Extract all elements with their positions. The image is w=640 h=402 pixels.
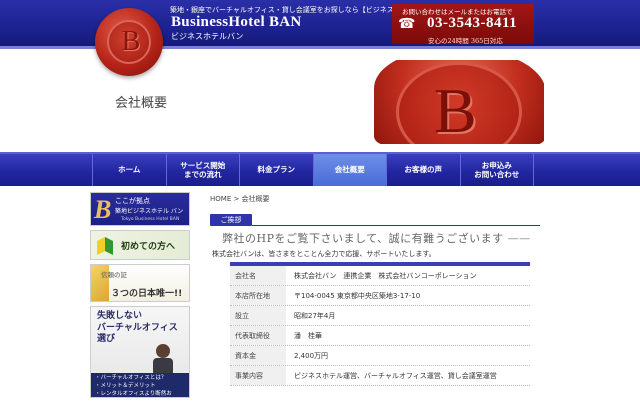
- page-hero: [0, 49, 640, 152]
- main-nav: ホーム サービス開始 までの流れ 料金プラン 会社概要 お客様の声 お申込み お…: [0, 152, 640, 186]
- brand-name[interactable]: BusinessHotel BAN: [171, 14, 302, 31]
- wax-seal-image: B: [374, 60, 544, 144]
- logo-seal[interactable]: B: [95, 8, 163, 76]
- brand-kana: ビジネスホテルバン: [171, 32, 244, 41]
- sidebar-banner-virtual-office[interactable]: 失敗しない バーチャルオフィス 選び ・バーチャルオフィスとは？ ・メリット＆デ…: [90, 306, 190, 398]
- greeting-headline-text: 弊社のHPをご覧下さいまして、誠に有難うございます: [222, 232, 504, 245]
- nav-service-flow[interactable]: サービス開始 までの流れ: [167, 154, 240, 186]
- row-value: 〒104-0045 東京都中央区築地3-17-10: [294, 292, 421, 300]
- row-value: 2,400万円: [294, 352, 329, 360]
- nav-company[interactable]: 会社概要: [313, 154, 387, 186]
- banner-trust-line1: 信頼の証: [101, 271, 127, 279]
- row-value: 昭和27年4月: [294, 312, 336, 320]
- nav-pricing[interactable]: 料金プラン: [240, 154, 314, 186]
- greeting-headline-dash: ——: [507, 232, 531, 245]
- greeting-headline: 弊社のHPをご覧下さいまして、誠に有難うございます ——: [222, 230, 531, 246]
- sidebar-banner-base[interactable]: B ここが拠点 築地ビジネスホテル バン Tokyo Business Hote…: [90, 192, 190, 226]
- row-label: 資本金: [230, 346, 286, 365]
- row-label: 代表取締役: [230, 326, 286, 345]
- row-value: ビジネスホテル運営、バーチャルオフィス運営、貸し会議室運営: [294, 372, 497, 380]
- row-label: 会社名: [230, 266, 286, 285]
- greeting-underline: [252, 225, 540, 226]
- banner-base-line3: Tokyo Business Hotel BAN: [121, 217, 180, 222]
- nav-contact[interactable]: お申込み お問い合わせ: [461, 154, 534, 186]
- banner-vo-list: ・バーチャルオフィスとは？ ・メリット＆デメリット ・レンタルオフィスより断然お…: [91, 373, 189, 397]
- logo-seal-letter: B: [121, 26, 141, 57]
- nav-testimonials[interactable]: お客様の声: [387, 154, 461, 186]
- breadcrumb[interactable]: HOME > 会社概要: [210, 194, 270, 204]
- sidebar-banner-trust[interactable]: 信頼の証 ３つの日本唯一!!: [90, 264, 190, 302]
- page-title: 会社概要: [115, 96, 168, 111]
- phone-icon: ☎: [398, 16, 416, 32]
- beginner-mark-icon: [97, 237, 113, 255]
- row-value: 潘 桂華: [294, 332, 322, 340]
- table-row: 設立 昭和27年4月: [230, 306, 530, 326]
- row-label: 本店所在地: [230, 286, 286, 305]
- table-row: 会社名 株式会社バン 連携企業 株式会社バンコーポレーション: [230, 266, 530, 286]
- table-row: 代表取締役 潘 桂華: [230, 326, 530, 346]
- sidebar-banner-first-time[interactable]: 初めての方へ: [90, 230, 190, 260]
- banner-vo-item: ・バーチャルオフィスとは？: [95, 375, 167, 381]
- banner-first-time-text: 初めての方へ: [121, 242, 176, 252]
- greeting-tag: ご挨拶: [210, 214, 252, 226]
- company-info-table: 会社名 株式会社バン 連携企業 株式会社バンコーポレーション 本店所在地 〒10…: [230, 262, 530, 386]
- banner-vo-item: ・メリット＆デメリット: [95, 383, 156, 389]
- row-value: 株式会社バン 連携企業 株式会社バンコーポレーション: [294, 272, 477, 280]
- row-label: 設立: [230, 306, 286, 325]
- banner-base-line2: 築地ビジネスホテル バン: [115, 208, 184, 215]
- table-row: 資本金 2,400万円: [230, 346, 530, 366]
- contact-banner[interactable]: お問い合わせはメールまたはお電話で ☎ 03-3543-8411 安心の24時間…: [392, 4, 534, 45]
- sidebar: B ここが拠点 築地ビジネスホテル バン Tokyo Business Hote…: [90, 192, 190, 402]
- phone-number[interactable]: 03-3543-8411: [427, 15, 517, 32]
- seal-letter: B: [434, 75, 477, 144]
- greeting-lead: 株式会社バンは、皆さまをとことん全力で応援、サポートいたします。: [212, 250, 436, 258]
- banner-base-line1: ここが拠点: [115, 197, 150, 205]
- logo-b-icon: B: [94, 195, 112, 224]
- banner-vo-item: ・レンタルオフィスより断然お得！！: [95, 391, 172, 397]
- contact-hours: 安心の24時間 365日対応: [428, 37, 503, 45]
- table-row: 本店所在地 〒104-0045 東京都中央区築地3-17-10: [230, 286, 530, 306]
- row-label: 事業内容: [230, 366, 286, 385]
- nav-home[interactable]: ホーム: [92, 154, 167, 186]
- banner-trust-line2: ３つの日本唯一!!: [111, 289, 183, 299]
- table-row: 事業内容 ビジネスホテル運営、バーチャルオフィス運営、貸し会議室運営: [230, 366, 530, 386]
